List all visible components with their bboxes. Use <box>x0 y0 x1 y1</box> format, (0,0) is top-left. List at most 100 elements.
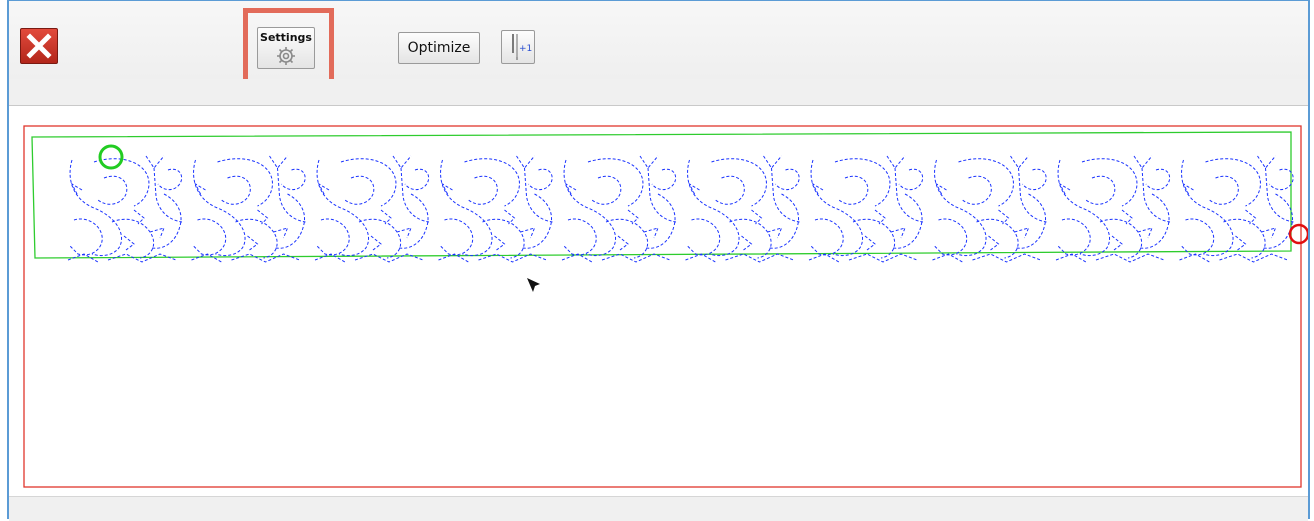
close-button[interactable] <box>20 28 58 64</box>
stitch-line <box>317 182 382 251</box>
stitch-line <box>1181 159 1234 257</box>
toolbar-subbar <box>9 79 1308 106</box>
stitch-line <box>687 218 721 256</box>
stitch-line <box>1245 209 1277 239</box>
stitch-line <box>934 218 968 256</box>
canvas-svg <box>23 125 1308 488</box>
stitch-line <box>193 218 227 256</box>
stitch-line <box>380 209 412 239</box>
optimize-button[interactable]: Optimize <box>398 32 480 64</box>
needle-plus-one-button[interactable]: +1 <box>501 30 535 64</box>
stitch-line <box>563 218 597 256</box>
stitch-line <box>1058 182 1123 251</box>
stitch-line <box>1182 182 1247 251</box>
stitch-line <box>591 175 622 205</box>
stitch-line <box>221 175 251 205</box>
stitch-line <box>898 168 924 191</box>
stitch-line <box>1209 175 1239 205</box>
stitch-line <box>1181 218 1215 256</box>
stitch-line <box>564 182 629 251</box>
stitch-line <box>934 159 987 257</box>
needle-icon: +1 <box>512 34 532 60</box>
settings-label: Settings <box>260 31 312 44</box>
stitch-line <box>811 182 876 251</box>
close-icon <box>26 33 52 59</box>
stitch-pattern[interactable] <box>67 155 1294 263</box>
end-point-marker[interactable] <box>1288 223 1308 245</box>
stitch-line <box>587 158 644 207</box>
stitch-line <box>1145 168 1171 191</box>
stitch-line <box>1057 159 1110 257</box>
stitch-line <box>528 168 553 191</box>
pattern-repeat <box>685 155 800 263</box>
stitch-line <box>441 182 506 251</box>
stitch-line <box>838 175 869 205</box>
stitch-line <box>711 158 767 207</box>
pattern-repeat <box>67 155 183 263</box>
stitch-line <box>651 168 677 191</box>
stitch-line <box>563 159 616 257</box>
stitch-line <box>834 158 891 207</box>
pattern-bounding-box[interactable] <box>31 131 1292 259</box>
stitch-line <box>440 218 474 256</box>
stitch-line <box>935 182 1000 251</box>
stitch-line <box>751 209 783 239</box>
stitch-line <box>344 175 375 205</box>
stitch-line <box>1057 218 1091 256</box>
stitch-line <box>1085 175 1116 205</box>
cursor-arrow-icon <box>527 278 540 292</box>
stitch-line <box>1223 218 1266 259</box>
stitch-line <box>440 159 493 257</box>
stitch-line <box>257 209 289 239</box>
stitch-line <box>194 182 259 251</box>
quilt-boundary <box>23 125 1302 488</box>
stitch-line <box>958 158 1014 207</box>
pattern-repeat <box>1179 155 1294 263</box>
needle-badge: +1 <box>519 44 532 54</box>
stitch-line <box>69 159 122 257</box>
stitch-line <box>998 209 1030 239</box>
stitch-line <box>605 218 649 259</box>
stitch-line <box>688 182 753 251</box>
pattern-repeat <box>438 155 553 263</box>
pattern-repeat <box>561 155 677 263</box>
stitch-line <box>1022 168 1047 191</box>
status-bar <box>9 496 1308 521</box>
stitch-line <box>235 218 278 259</box>
stitch-line <box>316 218 350 256</box>
pattern-repeat <box>932 155 1047 263</box>
pattern-repeat <box>191 155 306 263</box>
stitch-line <box>97 175 128 205</box>
stitch-line <box>404 168 430 191</box>
stitch-line <box>729 218 772 259</box>
stitch-line <box>1205 158 1261 207</box>
stitch-line <box>1081 158 1138 207</box>
pattern-repeat <box>1055 155 1171 263</box>
stitch-line <box>962 175 992 205</box>
stitch-line <box>340 158 397 207</box>
stitch-line <box>217 158 273 207</box>
stitch-line <box>157 168 183 191</box>
stitch-line <box>852 218 896 259</box>
stitch-line <box>281 168 306 191</box>
stitch-line <box>316 159 369 257</box>
stitch-line <box>715 175 745 205</box>
stitch-line <box>810 159 863 257</box>
stitch-line <box>1121 209 1153 239</box>
stitch-line <box>482 218 525 259</box>
stitch-line <box>874 209 906 239</box>
stitch-line <box>358 218 402 259</box>
stitch-line <box>504 209 536 239</box>
stitch-line <box>468 175 498 205</box>
stitch-line <box>775 168 800 191</box>
app-window: Settings Optimize +1 <box>7 0 1310 521</box>
design-canvas[interactable] <box>9 106 1308 496</box>
pattern-repeat <box>808 155 924 263</box>
stitch-line <box>464 158 520 207</box>
gear-icon <box>277 47 295 65</box>
stitch-line <box>627 209 659 239</box>
start-point-marker[interactable] <box>98 144 124 170</box>
settings-button[interactable]: Settings <box>257 27 315 69</box>
stitch-line <box>133 209 165 239</box>
stitch-line <box>810 218 844 256</box>
